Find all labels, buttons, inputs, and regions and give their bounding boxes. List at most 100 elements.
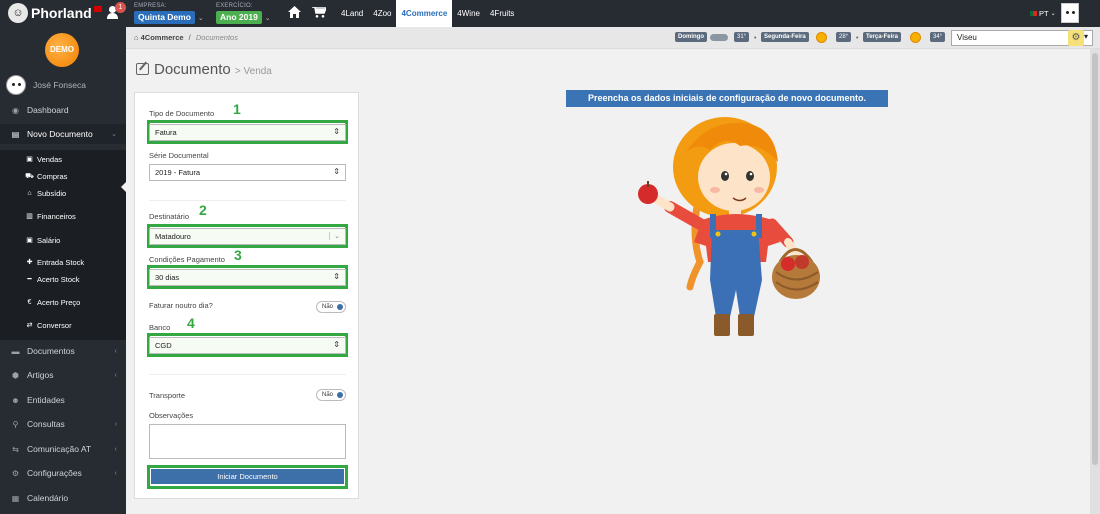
home-icon[interactable] xyxy=(288,6,301,18)
sidebar-subitem-label: Financeiros xyxy=(37,211,76,221)
nav-4fruits[interactable]: 4Fruits xyxy=(485,0,519,27)
logo-text: Phorland xyxy=(31,5,92,21)
chevron-left-icon: ‹ xyxy=(114,445,117,453)
chevron-down-icon: ⌄ xyxy=(197,14,204,22)
sidebar-item-novo-documento[interactable]: ▤ Novo Documento ⌄ xyxy=(0,124,126,144)
page-scrollbar[interactable] xyxy=(1090,49,1100,514)
sidebar-item-label: Comunicação AT xyxy=(27,444,92,454)
sidebar-subitem-salario[interactable]: ▣ Salário xyxy=(0,232,126,248)
logo-flag-icon xyxy=(93,6,102,12)
sidebar-item-documentos[interactable]: ▬ Documentos ‹ xyxy=(0,341,126,361)
language-selector[interactable]: PT ⌄ xyxy=(1030,9,1056,18)
nav-4land[interactable]: 4Land xyxy=(336,0,368,27)
banco-select[interactable]: CGD ⇕ xyxy=(149,337,346,354)
notification-badge[interactable]: 1 xyxy=(115,2,126,13)
divider xyxy=(149,200,346,201)
empresa-value[interactable]: Quinta Demo xyxy=(134,11,195,24)
settings-gear-icon[interactable]: ⚙ xyxy=(1068,30,1084,46)
breadcrumb-root[interactable]: 4Commerce xyxy=(141,33,184,42)
step-number-1: 1 xyxy=(233,101,241,117)
sidebar-item-entidades[interactable]: ☻ Entidades xyxy=(0,390,126,410)
sun-icon xyxy=(816,32,827,43)
exercicio-selector[interactable]: EXERCÍCIO: Ano 2019 ⌄ xyxy=(216,3,271,24)
document-form: Tipo de Documento 1 Fatura ⇕ Série Docume… xyxy=(134,92,359,499)
sidebar-user-name: José Fonseca xyxy=(33,80,86,90)
plus-icon: ✚ xyxy=(26,259,33,266)
nav-4zoo[interactable]: 4Zoo xyxy=(368,0,396,27)
select-value: Matadouro xyxy=(155,232,191,241)
sidebar-item-consultas[interactable]: ⚲ Consultas ‹ xyxy=(0,414,126,434)
users-icon: ☻ xyxy=(11,395,20,405)
sidebar-subitem-acerto-preco[interactable]: € Acerto Preço xyxy=(0,294,126,310)
sidebar-item-label: Novo Documento xyxy=(27,129,93,139)
bank-icon: ⌂ xyxy=(27,189,32,197)
cart-icon: ⛟ xyxy=(25,172,34,180)
app-nav: 4Land 4Zoo 4Commerce 4Wine 4Fruits xyxy=(336,0,519,27)
city-value: Viseu xyxy=(957,33,977,42)
minus-icon: ━ xyxy=(27,276,32,283)
sidebar-item-label: Consultas xyxy=(27,419,65,429)
faturar-noutro-dia-toggle[interactable]: Não xyxy=(316,301,346,313)
chevron-left-icon: ‹ xyxy=(114,469,117,477)
caret-updown-icon: ⇕ xyxy=(333,272,340,281)
file-icon: ▤ xyxy=(11,129,20,139)
sidebar-subitem-acerto-stock[interactable]: ━ Acerto Stock xyxy=(0,271,126,287)
breadcrumb-separator: / xyxy=(188,33,191,42)
destinatario-select[interactable]: Matadouro ⌄ xyxy=(149,228,346,245)
sidebar-subitem-compras[interactable]: ⛟ Compras xyxy=(0,168,126,184)
app-logo[interactable]: ☺ Phorland xyxy=(8,3,102,23)
iniciar-documento-button[interactable]: Iniciar Documento xyxy=(151,469,344,484)
step-number-3: 3 xyxy=(234,247,242,263)
tipo-documento-label: Tipo de Documento xyxy=(149,109,215,118)
sidebar-item-comunicacao-at[interactable]: ⇆ Comunicação AT ‹ xyxy=(0,439,126,459)
condicoes-pagamento-label: Condições Pagamento xyxy=(149,255,225,264)
sidebar-item-calendario[interactable]: ▦ Calendário xyxy=(0,488,126,508)
step-number-4: 4 xyxy=(187,315,195,331)
select-value: 30 dias xyxy=(155,273,180,282)
sidebar-subitem-label: Entrada Stock xyxy=(37,257,85,267)
sidebar-avatar xyxy=(6,75,26,95)
empresa-selector[interactable]: EMPRESA: Quinta Demo ⌄ xyxy=(134,3,204,24)
chevron-left-icon: ‹ xyxy=(114,371,117,379)
language-code: PT xyxy=(1039,9,1049,18)
active-pointer xyxy=(121,182,126,192)
calendar-icon: ▦ xyxy=(11,493,20,503)
sidebar-item-artigos[interactable]: ⬢ Artigos ‹ xyxy=(0,365,126,385)
sidebar-item-dashboard[interactable]: ◉ Dashboard xyxy=(0,100,126,120)
serie-documental-select[interactable]: 2019 - Fatura ⇕ xyxy=(149,164,346,181)
condicoes-pagamento-select[interactable]: 30 dias ⇕ xyxy=(149,269,346,286)
sidebar-subitem-label: Acerto Preço xyxy=(37,297,81,307)
exercicio-value[interactable]: Ano 2019 xyxy=(216,11,262,24)
transporte-toggle[interactable]: Não xyxy=(316,389,346,401)
search-icon: ⚲ xyxy=(12,419,19,429)
sidebar-subitem-subsidio[interactable]: ⌂ Subsídio xyxy=(0,185,126,201)
top-bar: ☺ Phorland 1 EMPRESA: Quinta Demo ⌄ EXERC… xyxy=(0,0,1100,27)
chevron-left-icon: ‹ xyxy=(114,420,117,428)
page-title-text: Documento xyxy=(154,61,231,78)
sidebar-subitem-conversor[interactable]: ⇄ Conversor xyxy=(0,317,126,333)
logo-mascot-icon: ☺ xyxy=(8,3,28,23)
tipo-documento-select[interactable]: Fatura ⇕ xyxy=(149,124,346,141)
money-icon: ▣ xyxy=(26,156,33,163)
sidebar-subitem-entrada-stock[interactable]: ✚ Entrada Stock xyxy=(0,254,126,270)
separator-dot: • xyxy=(754,35,757,42)
palette-icon: ◉ xyxy=(12,105,19,115)
nav-4commerce[interactable]: 4Commerce xyxy=(396,0,453,27)
sidebar-subitem-label: Conversor xyxy=(37,320,72,330)
banco-label: Banco xyxy=(149,323,171,332)
observacoes-textarea[interactable] xyxy=(149,424,346,459)
nav-4wine[interactable]: 4Wine xyxy=(452,0,485,27)
user-avatar[interactable] xyxy=(1061,3,1079,23)
euro-icon: € xyxy=(27,298,32,306)
caret-down-icon: ▾ xyxy=(1083,32,1088,41)
cloud-icon xyxy=(710,34,728,41)
weather-day-2: Segunda-Feira xyxy=(761,32,809,42)
sidebar-subitem-vendas[interactable]: ▣ Vendas xyxy=(0,151,126,167)
step-number-2: 2 xyxy=(199,202,207,218)
sidebar-item-label: Entidades xyxy=(27,395,65,405)
chevron-down-icon: ⌄ xyxy=(1050,11,1056,17)
cart-icon[interactable] xyxy=(312,7,326,18)
sidebar-item-configuracoes[interactable]: ⚙ Configurações ‹ xyxy=(0,463,126,483)
demo-badge: DEMO xyxy=(45,33,79,67)
sidebar-subitem-financeiros[interactable]: ▥ Financeiros xyxy=(0,208,126,224)
